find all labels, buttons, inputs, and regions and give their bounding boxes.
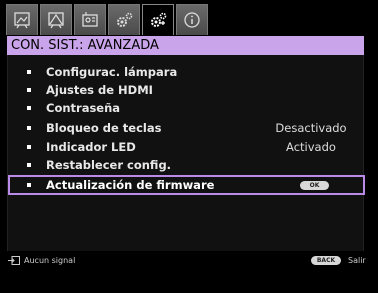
signal-status: Aucun signal <box>24 256 76 265</box>
display-icon <box>48 12 64 29</box>
tab-information[interactable] <box>176 4 208 35</box>
tab-setup[interactable] <box>74 4 106 35</box>
status-footer: Aucun signal BACK Salir <box>6 253 378 293</box>
bullet-icon <box>27 163 31 167</box>
menu-item-value: Activado <box>286 140 336 154</box>
menu-item-label: Actualización de firmware <box>46 178 215 192</box>
back-button[interactable]: BACK <box>311 256 341 265</box>
tab-bar <box>6 4 210 35</box>
menu-item-label: Ajustes de HDMI <box>46 83 153 97</box>
menu-item-label: Indicador LED <box>46 140 136 154</box>
menu-item-lamp-settings[interactable]: Configurac. lámpara <box>8 63 365 81</box>
picture-icon <box>14 12 30 29</box>
info-icon <box>184 12 200 28</box>
gear-advanced-icon <box>151 12 167 27</box>
menu-item-label: Contraseña <box>46 101 121 115</box>
menu-item-hdmi-settings[interactable]: Ajustes de HDMI <box>8 81 365 99</box>
bullet-icon <box>27 88 31 92</box>
exit-label: Salir <box>348 256 366 265</box>
gear-basic-icon <box>117 12 133 27</box>
menu-panel: Configurac. lámpara Ajustes de HDMI Cont… <box>7 55 365 251</box>
menu-item-password[interactable]: Contraseña <box>8 99 365 117</box>
ok-button[interactable]: OK <box>300 181 329 190</box>
menu-item-value: Desactivado <box>275 121 347 135</box>
menu-item-led-indicator[interactable]: Indicador LED Activado <box>8 138 365 156</box>
menu-item-key-lock[interactable]: Bloqueo de teclas Desactivado <box>8 119 365 137</box>
tab-picture[interactable] <box>6 4 38 35</box>
bullet-icon <box>27 145 31 149</box>
menu-item-label: Bloqueo de teclas <box>46 121 162 135</box>
menu-item-firmware-update[interactable]: Actualización de firmware OK <box>8 175 365 195</box>
setup-icon <box>82 12 98 27</box>
tab-basic-system[interactable] <box>108 4 140 35</box>
tab-display[interactable] <box>40 4 72 35</box>
menu-item-label: Restablecer config. <box>46 158 172 172</box>
bullet-icon <box>27 70 31 74</box>
menu-item-label: Configurac. lámpara <box>46 65 178 79</box>
bullet-icon <box>27 126 31 130</box>
menu-title-bar: CON. SIST.: AVANZADA <box>7 36 364 55</box>
menu-title: CON. SIST.: AVANZADA <box>11 38 159 53</box>
tab-advanced-system[interactable] <box>142 4 174 35</box>
bullet-icon <box>27 183 31 187</box>
menu-item-reset-settings[interactable]: Restablecer config. <box>8 156 365 174</box>
input-source-icon <box>8 256 20 265</box>
bullet-icon <box>27 106 31 110</box>
